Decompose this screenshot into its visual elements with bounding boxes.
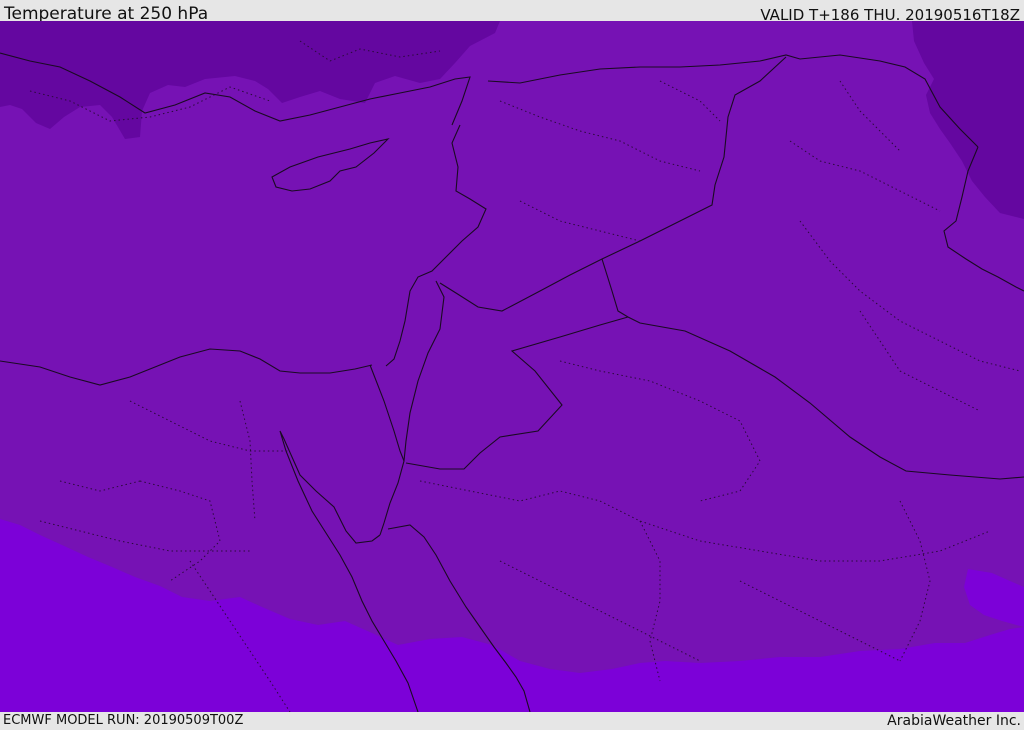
title-bar: Temperature at 250 hPa VALID T+186 THU. … [0,0,1024,24]
model-run: ECMWF MODEL RUN: 20190509T00Z [3,713,244,728]
footer-bar: ECMWF MODEL RUN: 20190509T00Z ArabiaWeat… [0,712,1024,729]
credit: ArabiaWeather Inc. [887,713,1021,729]
temperature-map [0,21,1024,712]
